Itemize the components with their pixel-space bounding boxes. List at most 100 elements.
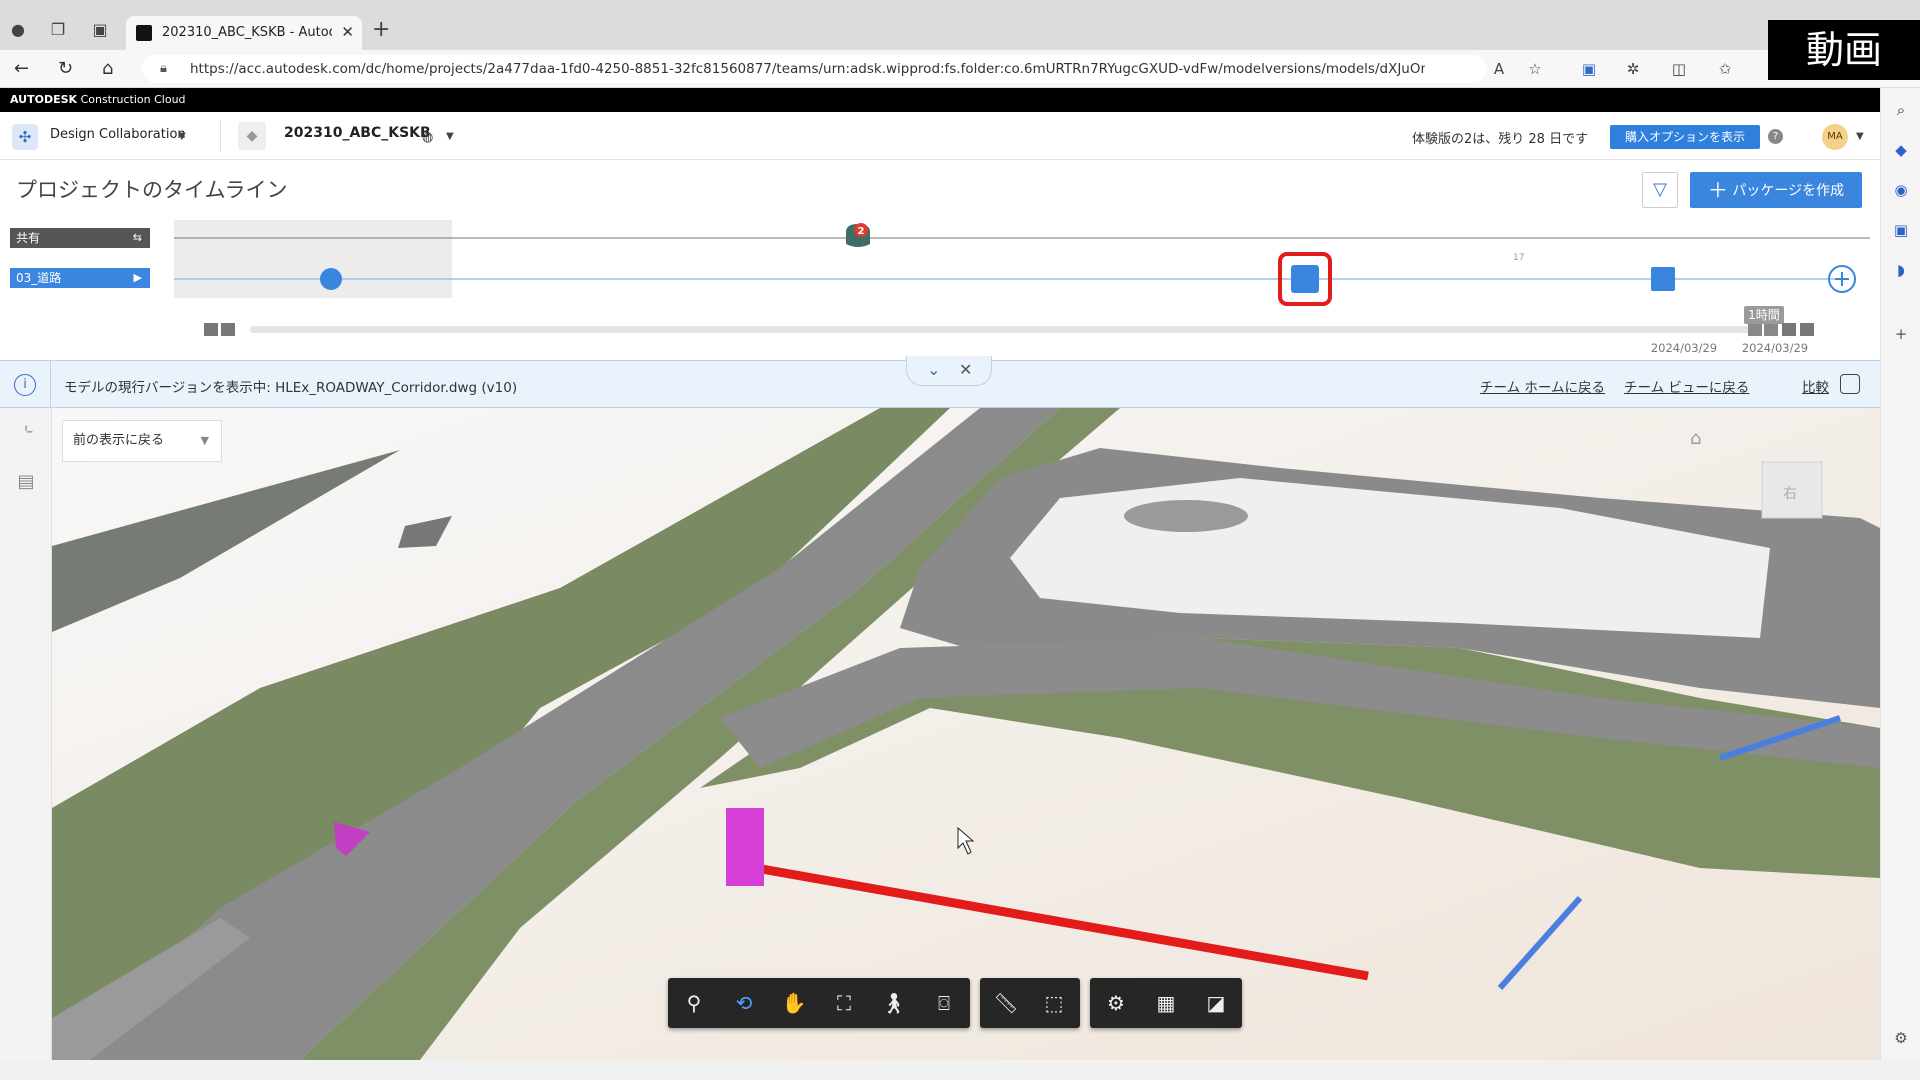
- model-viewer[interactable]: 右: [0, 408, 1880, 1060]
- user-avatar[interactable]: MA: [1822, 124, 1848, 150]
- bottom-strip: [0, 1060, 1920, 1080]
- browser-tab-strip: ● ❐ ▣ 202310_ABC_KSKB - Autodesk D ✕ +: [0, 0, 1920, 50]
- navigation-tools-group: ⚲ ⟲ ✋ ⛶ 🚶︎ ⌼: [668, 978, 970, 1028]
- structure-magenta: [726, 808, 764, 886]
- filter-button[interactable]: ▽: [1642, 172, 1678, 208]
- compare-icon[interactable]: [1840, 374, 1860, 394]
- product-name: Construction Cloud: [80, 93, 186, 106]
- back-icon[interactable]: ←: [14, 58, 29, 80]
- settings-gear-icon[interactable]: ⚙: [1100, 987, 1132, 1019]
- workspaces-icon[interactable]: ❐: [48, 20, 68, 40]
- zoom-in-icon[interactable]: [1764, 324, 1778, 336]
- zoom-out-icon[interactable]: [1748, 324, 1762, 336]
- timeline-header: プロジェクトのタイムライン ▽ ＋ パッケージを作成: [0, 160, 1880, 216]
- url-text: https://acc.autodesk.com/dc/home/project…: [190, 61, 1425, 77]
- timeline-track[interactable]: 2 17 1時間 2024/03/29 2024/03/29: [174, 216, 1880, 360]
- favorites-icon[interactable]: ✩: [1716, 60, 1734, 78]
- extensions-puzzle-icon[interactable]: ✲: [1624, 60, 1642, 78]
- module-switcher[interactable]: Design Collaboration: [50, 127, 186, 142]
- tab-actions-icon[interactable]: ▣: [90, 20, 110, 40]
- copilot-icon[interactable]: ◉: [1891, 180, 1911, 200]
- module-chevron-down-icon[interactable]: ▼: [178, 131, 186, 142]
- viewcube[interactable]: 右: [1761, 461, 1823, 519]
- browser-side-panel: ⌕ ◆ ◉ ▣ ◗ + ⚙: [1880, 88, 1920, 1060]
- buy-options-button[interactable]: 購入オプションを表示: [1610, 125, 1760, 149]
- autodesk-favicon-icon: [136, 25, 152, 41]
- team-view-link[interactable]: チーム ビューに戻る: [1624, 376, 1749, 396]
- first-person-icon[interactable]: 🚶︎: [878, 987, 910, 1019]
- chat-icon[interactable]: ◗: [1891, 260, 1911, 280]
- extension-icon[interactable]: ▣: [1580, 60, 1598, 78]
- settings-tools-group: ⚙ ▦ ◪: [1090, 978, 1242, 1028]
- section-box-icon[interactable]: ⬚: [1038, 987, 1070, 1019]
- filter-icon: ▽: [1653, 179, 1667, 200]
- help-icon[interactable]: ?: [1768, 129, 1783, 144]
- sidebar-settings-icon[interactable]: ⚙: [1891, 1028, 1911, 1048]
- trial-status: 体験版の2は、残り 28 日です: [1412, 132, 1589, 147]
- split-screen-icon[interactable]: ◫: [1670, 60, 1688, 78]
- package-count-text: 2: [858, 226, 865, 237]
- create-package-button[interactable]: ＋ パッケージを作成: [1690, 172, 1862, 208]
- pan-hand-icon[interactable]: ✋: [778, 987, 810, 1019]
- project-chevron-down-icon[interactable]: ▼: [446, 131, 454, 142]
- team-home-link[interactable]: チーム ホームに戻る: [1480, 376, 1605, 396]
- timeline-past-region: [174, 220, 452, 298]
- previous-view-dropdown[interactable]: 前の表示に戻る ▼: [62, 420, 222, 462]
- date-label-right: 2024/03/29: [1742, 341, 1808, 355]
- collapse-timeline-tab[interactable]: ⌄ ✕: [906, 356, 992, 386]
- new-tab-button[interactable]: +: [372, 19, 390, 41]
- page-title: プロジェクトのタイムライン: [16, 178, 288, 202]
- url-field[interactable]: 🔒︎ https://acc.autodesk.com/dc/home/proj…: [142, 55, 1487, 83]
- outlook-icon[interactable]: ▣: [1891, 220, 1911, 240]
- fit-to-view-icon[interactable]: ⛶: [828, 987, 860, 1019]
- lane-road[interactable]: 03_道路 ▶: [10, 268, 150, 288]
- search-icon[interactable]: ⌕: [1891, 100, 1911, 120]
- project-selector[interactable]: 202310_ABC_KSKB: [284, 125, 431, 141]
- model-browser-icon[interactable]: ▤: [14, 470, 38, 494]
- banner-message: モデルの現行バージョンを表示中: HLEx_ROADWAY_Corridor.d…: [64, 380, 518, 396]
- camera-view-icon[interactable]: ⌼: [928, 987, 960, 1019]
- timeline-scrollbar[interactable]: [250, 326, 1750, 333]
- profile-icon[interactable]: ●: [8, 20, 28, 40]
- collapse-chevron-icon[interactable]: ⌄: [927, 360, 940, 379]
- favorite-star-icon[interactable]: ☆: [1526, 60, 1544, 78]
- jump-start-icon[interactable]: [204, 323, 218, 336]
- dropdown-chevron-icon: ▼: [200, 434, 209, 447]
- jump-end-icon[interactable]: [1800, 323, 1814, 336]
- globe-icon: ◍: [422, 130, 434, 145]
- add-app-icon[interactable]: +: [1891, 324, 1911, 344]
- orbit-icon[interactable]: ⟲: [728, 987, 760, 1019]
- lane-shared[interactable]: 共有 ⇆: [10, 228, 150, 248]
- timeline-panel: 共有 ⇆ 03_道路 ▶ 2 17 1時間 2024/03/29 2024/03…: [0, 216, 1880, 360]
- browser-tab-active[interactable]: 202310_ABC_KSKB - Autodesk D ✕: [126, 16, 362, 50]
- close-banner-icon[interactable]: ✕: [959, 360, 972, 379]
- version-marker-circle[interactable]: [320, 268, 342, 290]
- header-divider: [220, 120, 221, 152]
- step-back-icon[interactable]: [221, 323, 235, 336]
- play-lane-icon[interactable]: ▶: [134, 268, 142, 288]
- viewcube-home-icon[interactable]: ⌂: [1690, 428, 1701, 449]
- home-icon[interactable]: ⌂: [102, 58, 113, 80]
- selected-version-marker[interactable]: [1291, 265, 1319, 293]
- compare-link[interactable]: 比較: [1802, 376, 1829, 396]
- project-thumbnail: ◆: [238, 122, 266, 150]
- location-pin-icon[interactable]: ⚲: [678, 987, 710, 1019]
- model-3d-scene[interactable]: 右: [0, 408, 1880, 1060]
- date-label-left: 2024/03/29: [1651, 341, 1717, 355]
- user-menu-chevron-icon[interactable]: ▼: [1856, 131, 1864, 142]
- autodesk-logo-text: AUTODESK: [10, 93, 78, 106]
- read-aloud-icon[interactable]: A: [1490, 60, 1508, 78]
- close-tab-icon[interactable]: ✕: [341, 23, 354, 41]
- step-forward-icon[interactable]: [1782, 323, 1796, 336]
- version-marker-square[interactable]: [1651, 267, 1675, 291]
- reload-icon[interactable]: ↻: [58, 58, 73, 80]
- fullscreen-icon[interactable]: ◪: [1200, 987, 1232, 1019]
- sheets-icon[interactable]: ⌎: [14, 420, 38, 444]
- properties-icon[interactable]: ▦: [1150, 987, 1182, 1019]
- swap-icon[interactable]: ⇆: [133, 228, 142, 248]
- plus-icon: ＋: [1707, 178, 1728, 202]
- autodesk-brand-bar: AUTODESK Construction Cloud: [0, 88, 1880, 112]
- measure-ruler-icon[interactable]: 📏︎: [990, 987, 1022, 1019]
- lane-shared-label: 共有: [16, 231, 41, 245]
- shopping-tag-icon[interactable]: ◆: [1891, 140, 1911, 160]
